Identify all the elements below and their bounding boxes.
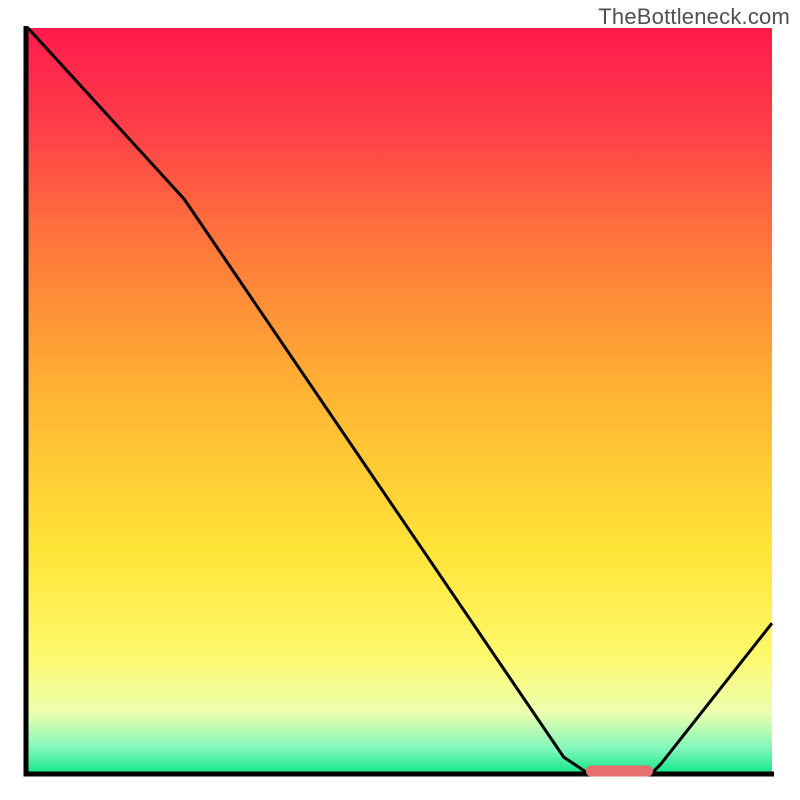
plot-area	[28, 28, 772, 772]
optimal-zone-marker	[586, 766, 653, 777]
bottleneck-chart	[0, 0, 800, 800]
watermark-text: TheBottleneck.com	[598, 4, 790, 30]
